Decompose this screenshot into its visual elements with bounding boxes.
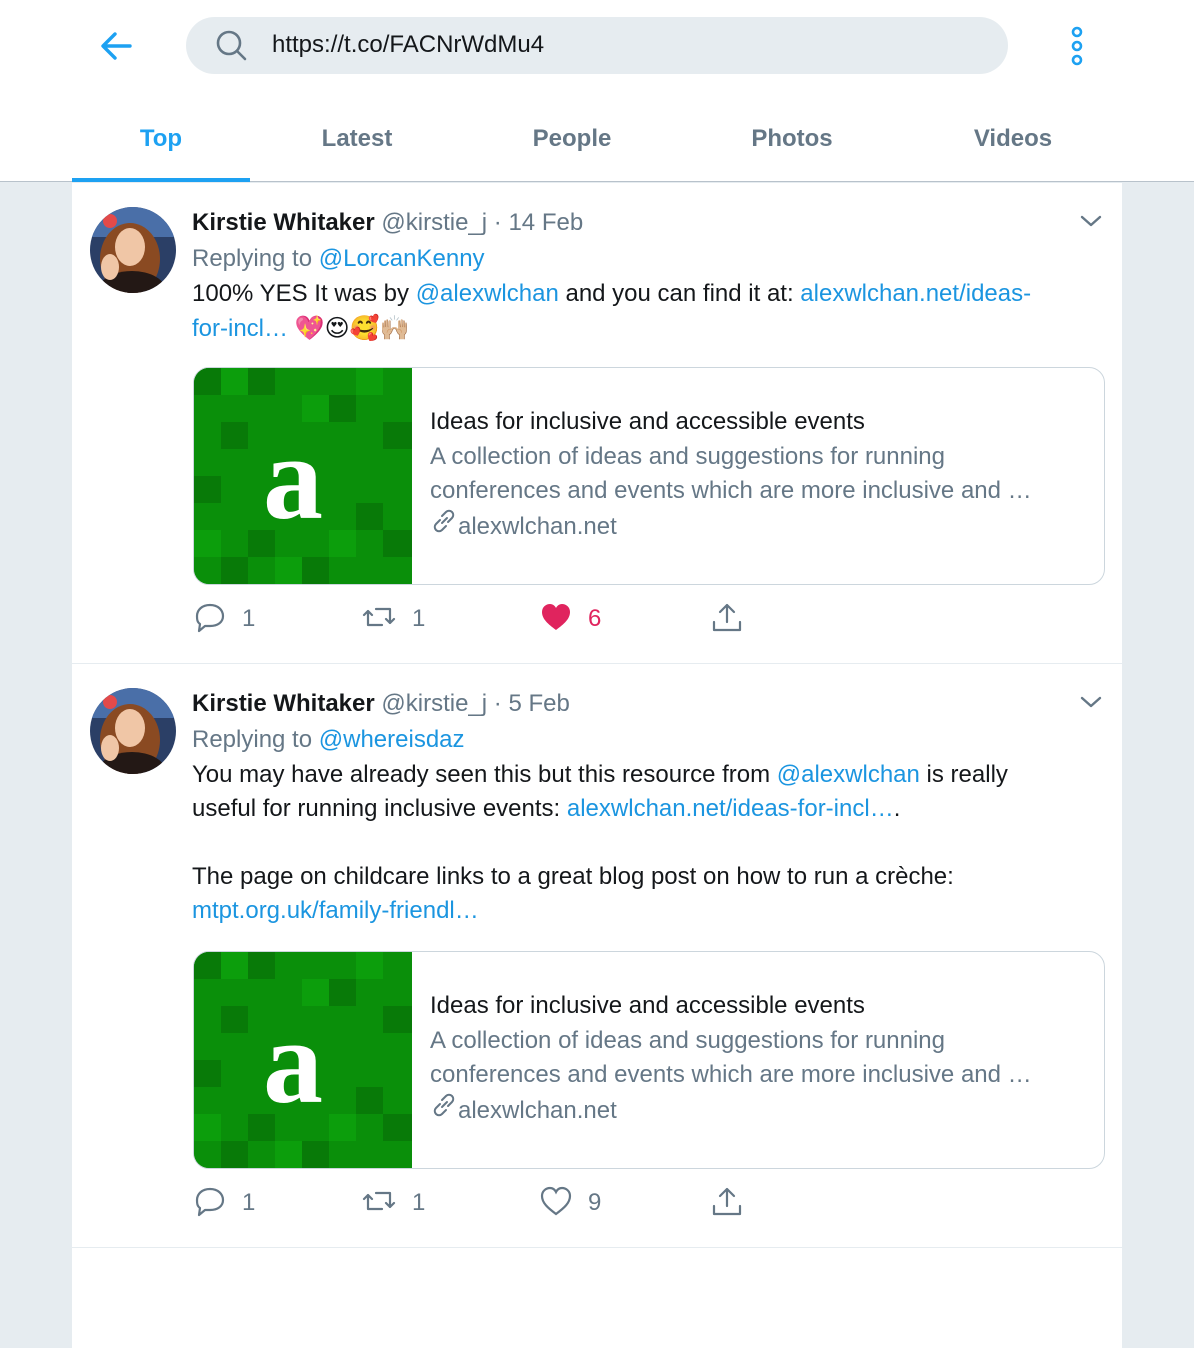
share-icon	[710, 1184, 744, 1223]
like-button[interactable]: 6	[540, 599, 601, 639]
tweet-text-part: You may have already seen this but this …	[192, 761, 771, 788]
card-title: Ideas for inclusive and accessible event…	[430, 992, 865, 1019]
author-handle[interactable]: @kirstie_j	[381, 690, 487, 717]
search-bar[interactable]	[186, 17, 1008, 74]
card-description: A collection of ideas and suggestions fo…	[430, 1024, 1070, 1092]
reply-button[interactable]: 1	[194, 599, 255, 639]
author-handle[interactable]: @kirstie_j	[381, 209, 487, 236]
separator: ·	[493, 690, 502, 717]
search-input[interactable]	[272, 25, 972, 65]
mention-link[interactable]: @alexwlchan	[777, 761, 920, 788]
url-link[interactable]: mtpt.org.uk/family-friendl…	[192, 897, 479, 924]
like-button[interactable]: 9	[540, 1183, 601, 1223]
heart-outline-icon	[540, 1186, 572, 1221]
like-count: 6	[588, 605, 602, 632]
share-icon	[710, 600, 744, 639]
tab-videos[interactable]: Videos	[904, 96, 1122, 182]
mention-link[interactable]: @alexwlchan	[416, 280, 559, 307]
heart-filled-icon	[540, 602, 572, 637]
card-description-line: conferences and events which are more in…	[430, 477, 1032, 504]
link-icon	[430, 1092, 458, 1129]
tweet-text-part: The page on childcare links to a great b…	[192, 863, 954, 890]
tweet-actions: 1 1 9	[194, 1183, 794, 1223]
reply-mention-link[interactable]: @LorcanKenny	[319, 245, 485, 272]
share-button[interactable]	[710, 599, 744, 639]
search-tabs: Top Latest People Photos Videos	[72, 96, 1122, 182]
card-info: Ideas for inclusive and accessible event…	[430, 404, 1070, 545]
avatar[interactable]	[90, 207, 176, 293]
tweet-text-part: useful for running inclusive events:	[192, 795, 561, 822]
tweet-text: 100% YES It was by @alexwlchan and you c…	[192, 277, 1107, 346]
tweet-body: Kirstie Whitaker @kirstie_j · 14 Feb Rep…	[192, 205, 1107, 346]
tweet-date[interactable]: 14 Feb	[508, 209, 583, 236]
card-site: alexwlchan.net	[430, 508, 1070, 545]
card-logo-letter: a	[263, 411, 323, 544]
card-description-line: A collection of ideas and suggestions fo…	[430, 443, 946, 470]
tweet-actions: 1 1 6	[194, 599, 794, 639]
tweet-feed: Kirstie Whitaker @kirstie_j · 14 Feb Rep…	[72, 183, 1122, 1348]
emoji-group: 💖😍🥰🙌🏼	[294, 314, 410, 342]
card-thumbnail: a	[194, 368, 412, 584]
reply-mention-link[interactable]: @whereisdaz	[319, 726, 465, 753]
replying-to: Replying to @LorcanKenny	[192, 241, 1107, 277]
tab-top[interactable]: Top	[72, 96, 250, 182]
tweet-text-part: 100% YES It was by	[192, 280, 410, 307]
retweet-count: 1	[412, 605, 426, 632]
separator: ·	[493, 209, 502, 236]
url-link[interactable]: alexwlchan.net/ideas-for-incl…	[567, 795, 894, 822]
author-name[interactable]: Kirstie Whitaker	[192, 690, 375, 717]
chevron-down-icon[interactable]	[1078, 211, 1104, 231]
link-card[interactable]: a Ideas for inclusive and accessible eve…	[193, 367, 1105, 585]
retweet-icon	[362, 1185, 396, 1222]
card-site: alexwlchan.net	[430, 1092, 1070, 1129]
replying-prefix: Replying to	[192, 726, 313, 753]
share-button[interactable]	[710, 1183, 744, 1223]
search-icon	[214, 29, 250, 63]
card-logo-letter: a	[263, 995, 323, 1128]
card-description: A collection of ideas and suggestions fo…	[430, 440, 1070, 508]
avatar[interactable]	[90, 688, 176, 774]
card-title: Ideas for inclusive and accessible event…	[430, 408, 865, 435]
card-domain: alexwlchan.net	[458, 1096, 617, 1124]
retweet-count: 1	[412, 1189, 426, 1216]
tab-latest[interactable]: Latest	[250, 96, 464, 182]
tab-people[interactable]: People	[464, 96, 680, 182]
like-count: 9	[588, 1189, 602, 1216]
reply-count: 1	[242, 1189, 256, 1216]
tweet-date[interactable]: 5 Feb	[508, 690, 569, 717]
reply-icon	[194, 1185, 226, 1222]
reply-button[interactable]: 1	[194, 1183, 255, 1223]
tweet[interactable]: Kirstie Whitaker @kirstie_j · 5 Feb Repl…	[72, 664, 1122, 1248]
link-icon	[430, 508, 458, 545]
tweet-header: Kirstie Whitaker @kirstie_j · 5 Feb	[192, 686, 1107, 722]
card-description-line: A collection of ideas and suggestions fo…	[430, 1027, 946, 1054]
tweet-text-part: .	[893, 795, 901, 822]
tweet-text-part: and you can find it at:	[565, 280, 794, 307]
tweet[interactable]: Kirstie Whitaker @kirstie_j · 14 Feb Rep…	[72, 183, 1122, 664]
card-description-line: conferences and events which are more in…	[430, 1061, 1032, 1088]
tweet-text: You may have already seen this but this …	[192, 758, 1107, 928]
tab-photos[interactable]: Photos	[680, 96, 904, 182]
replying-to: Replying to @whereisdaz	[192, 722, 1107, 758]
tweet-header: Kirstie Whitaker @kirstie_j · 14 Feb	[192, 205, 1107, 241]
back-arrow-icon[interactable]	[96, 28, 138, 64]
card-thumbnail: a	[194, 952, 412, 1168]
link-card[interactable]: a Ideas for inclusive and accessible eve…	[193, 951, 1105, 1169]
tweet-text-part: is really	[926, 761, 1008, 788]
more-options-icon[interactable]	[1064, 24, 1090, 68]
retweet-icon	[362, 601, 396, 638]
url-link[interactable]: alexwlchan.net/ideas-	[800, 280, 1031, 307]
retweet-button[interactable]: 1	[362, 1183, 425, 1223]
card-info: Ideas for inclusive and accessible event…	[430, 988, 1070, 1129]
chevron-down-icon[interactable]	[1078, 692, 1104, 712]
author-name[interactable]: Kirstie Whitaker	[192, 209, 375, 236]
retweet-button[interactable]: 1	[362, 599, 425, 639]
replying-prefix: Replying to	[192, 245, 313, 272]
url-link-continued[interactable]: for-incl…	[192, 315, 288, 342]
card-domain: alexwlchan.net	[458, 512, 617, 540]
top-bar: Top Latest People Photos Videos	[0, 0, 1194, 182]
reply-icon	[194, 601, 226, 638]
reply-count: 1	[242, 605, 256, 632]
tweet-body: Kirstie Whitaker @kirstie_j · 5 Feb Repl…	[192, 686, 1107, 928]
